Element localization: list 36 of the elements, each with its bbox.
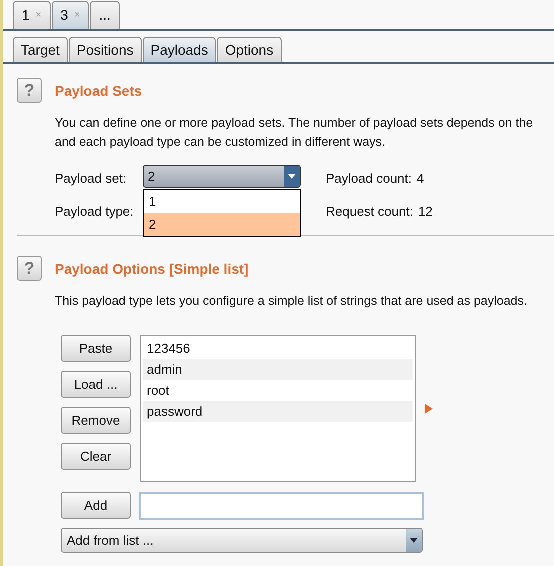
add-from-list-dropdown[interactable]: Add from list ... (61, 528, 423, 553)
tab[interactable]: Options (217, 37, 282, 62)
action-button[interactable]: Paste (61, 334, 131, 362)
payload-set-dropdown[interactable]: 2 (143, 165, 301, 188)
close-icon: × (74, 8, 80, 23)
list-item[interactable]: password (143, 400, 413, 422)
tab[interactable]: Payloads (142, 37, 216, 62)
close-icon: × (36, 8, 42, 23)
input-field[interactable] (139, 492, 424, 520)
field-label: Payload type: (55, 202, 135, 221)
field-label: Payload set: (55, 170, 128, 188)
caret-icon (410, 538, 418, 543)
action-button[interactable]: Remove (61, 406, 131, 434)
tab[interactable]: Target (13, 37, 68, 62)
tab[interactable]: Positions (68, 37, 142, 62)
help-icon[interactable]: ? (17, 256, 42, 281)
triangle-icon (425, 404, 433, 414)
section-description: This payload type lets you configure a simple list of strings that are used as payloads. (55, 293, 528, 310)
request-count: 12 (418, 202, 433, 220)
section-title: Payload Options [Simple list] (55, 260, 250, 279)
caret-icon (288, 174, 296, 179)
section-title: Payload Sets (55, 82, 144, 101)
section-description: You can define one or more payload sets. The number of payload sets depends on the (55, 115, 534, 132)
request-tab[interactable]: 1 × (13, 1, 51, 29)
help-icon[interactable]: ? (17, 78, 42, 103)
action-button[interactable]: Add (61, 492, 131, 520)
dropdown-option[interactable]: 2 (144, 213, 300, 236)
field-label: Request count: (326, 202, 414, 221)
field-label: Payload count: (326, 170, 412, 188)
payload-count: 4 (417, 170, 424, 188)
action-button[interactable]: Load ... (61, 370, 131, 398)
action-button[interactable]: Clear (61, 442, 131, 470)
list-item[interactable]: admin (143, 358, 413, 380)
section-description: and each payload type can be customized in different ways. (55, 134, 387, 151)
request-tab[interactable]: ... (90, 1, 120, 29)
request-tab[interactable]: 3 × (52, 1, 90, 29)
